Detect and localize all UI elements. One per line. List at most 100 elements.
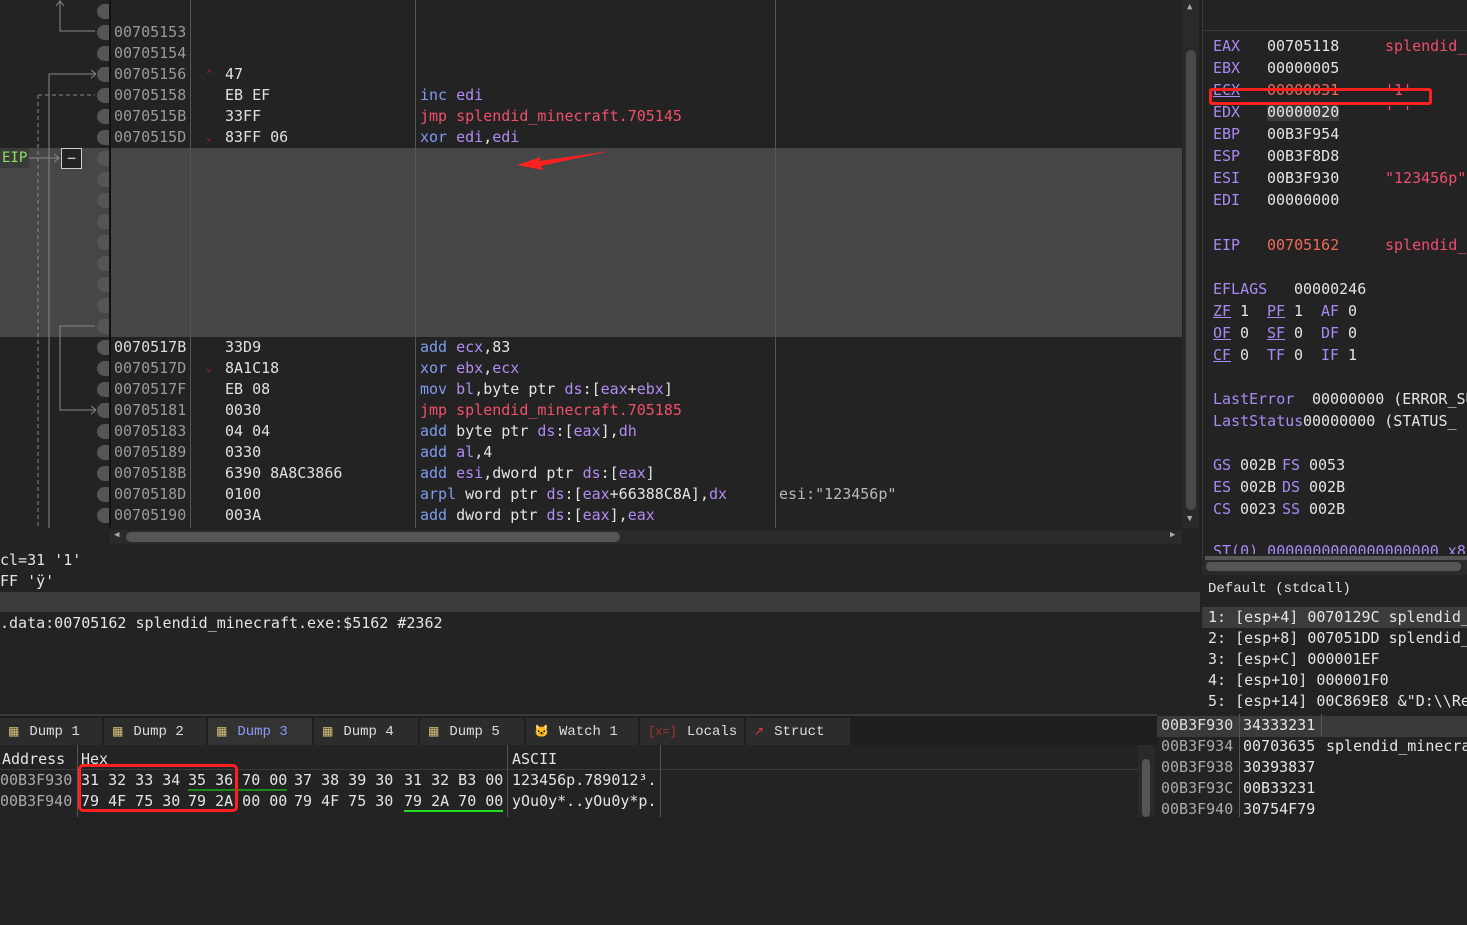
segment-value[interactable]: 002B	[1309, 478, 1345, 496]
argument-item[interactable]: 5: [esp+14] 00C869E8 &"D:\\Re	[1202, 691, 1467, 712]
disasm-row[interactable]: 0070516C 8AD9 mov bl,cl	[0, 211, 1182, 314]
disasm-row[interactable]: 0070516E 8BCF mov ecx,edi	[0, 232, 1182, 335]
stack-row[interactable]: 00B3F930 34333231	[1157, 716, 1467, 737]
disasm-row[interactable]: 00705154 ⌃ EB EF jmp splendid_minecraft.…	[0, 22, 1182, 125]
dump-hex-group[interactable]: 79 4F 75 30	[294, 792, 393, 810]
register-value-eip[interactable]: 00705162	[1267, 236, 1339, 254]
tab-label: Dump 5	[449, 724, 500, 740]
tab-dump-1[interactable]: ▦ Dump 1	[0, 718, 102, 747]
register-comment: splendid_m	[1385, 37, 1467, 55]
segment-value[interactable]: 002B	[1240, 456, 1276, 474]
argument-item[interactable]: 4: [esp+10] 000001F0	[1202, 670, 1467, 691]
disasm-horizontal-scrollbar[interactable]: ◀ ▶	[110, 530, 1182, 544]
disasm-row[interactable]: 00705156 33FF xor edi,edi	[0, 43, 1182, 146]
disasm-row[interactable]: 00705176 33D9 xor ebx,ecx	[0, 274, 1182, 377]
dump-hex-group[interactable]: 79 2A 70 00	[404, 792, 504, 812]
disasm-row[interactable]: 00705170 81C1 83000000 add ecx,83	[0, 253, 1182, 356]
disasm-row[interactable]: 0070517B ⌄ EB 08 jmp splendid_minecraft.…	[0, 316, 1182, 419]
dump-hex-group[interactable]: 37 38 39 30	[294, 771, 393, 789]
register-value-ebp[interactable]: 00B3F954	[1267, 125, 1339, 143]
dump-ascii[interactable]: 123456p.789012³.	[512, 771, 657, 789]
flag-value-tf[interactable]: 0	[1294, 346, 1303, 364]
dump-view[interactable]: Address Hex ASCII 00B3F930 31 32 33 34 35 …	[0, 745, 1157, 817]
argument-item[interactable]: 3: [esp+C] 000001EF	[1202, 649, 1467, 670]
flag-value-pf[interactable]: 1	[1294, 302, 1303, 320]
disasm-row[interactable]: 0070517D 0030 add byte ptr ds:[eax],dh	[0, 337, 1182, 440]
ecx-highlight-box	[1209, 88, 1432, 105]
disasm-row[interactable]: 0070516A 33DB xor ebx,ebx	[0, 190, 1182, 293]
tab-dump-2[interactable]: ▦ Dump 2	[104, 718, 206, 747]
segment-value[interactable]: 0023	[1240, 500, 1276, 518]
tab-label: Struct	[774, 724, 825, 740]
flag-value-cf[interactable]: 0	[1240, 346, 1249, 364]
disasm-row[interactable]: 0070517F 04 04 add al,4	[0, 358, 1182, 461]
stack-row[interactable]: 00B3F940 30754F79	[1157, 800, 1467, 821]
info-line: cl=31 '1'	[0, 551, 82, 569]
flag-value-af[interactable]: 0	[1348, 302, 1357, 320]
register-name: EAX	[1213, 37, 1241, 55]
register-value-edi[interactable]: 00000000	[1267, 191, 1339, 209]
disasm-row[interactable]: 0070515D 33C9 xor ecx,ecx	[0, 106, 1182, 209]
eflags-value[interactable]: 00000246	[1294, 280, 1366, 298]
tab-dump-5[interactable]: ▦ Dump 5	[420, 718, 524, 747]
flag-name: ZF	[1213, 302, 1232, 320]
dump-icon: ▦	[428, 725, 440, 739]
info-line: FF 'ÿ'	[0, 572, 55, 590]
row-bytes: D975 14	[225, 526, 288, 528]
disasm-row[interactable]: 00705191 05 00010000 add eax,100	[0, 505, 1182, 528]
register-value-ebx[interactable]: 00000005	[1267, 59, 1339, 77]
column-header-address: Address	[2, 750, 66, 768]
stack-view[interactable]: 00B3F930 34333231 00B3F934 00703635 splendid…	[1157, 714, 1467, 818]
disassembly-view[interactable]: EIP − 00705153 47 inc edi 00705154 ⌃ EB …	[0, 0, 1182, 528]
dump-hex-group[interactable]: 31 32 B3 00	[404, 771, 503, 789]
segment-value[interactable]: 002B	[1309, 500, 1345, 518]
disasm-row[interactable]: 00705158 83FF 06 cmp edi,6	[0, 64, 1182, 167]
disasm-row[interactable]: 00705183 6390 8A8C3866 arpl word ptr ds:…	[0, 400, 1182, 503]
flag-value-zf[interactable]: 1	[1240, 302, 1249, 320]
stack-row[interactable]: 00B3F934 00703635 splendid_minecra	[1157, 737, 1467, 758]
flag-value-sf[interactable]: 0	[1294, 324, 1303, 342]
segment-value[interactable]: 0053	[1309, 456, 1345, 474]
segment-value[interactable]: 002B	[1240, 478, 1276, 496]
argument-item[interactable]: 2: [esp+8] 007051DD splendid_	[1202, 628, 1467, 649]
register-name: EBX	[1213, 59, 1241, 77]
flag-value-if[interactable]: 1	[1348, 346, 1357, 364]
tab-locals[interactable]: [x=] Locals	[640, 718, 744, 747]
disasm-row[interactable]: 00705153 47 inc edi	[0, 1, 1182, 104]
tab-watch-1[interactable]: 🐱 Watch 1	[526, 718, 638, 747]
disasm-row[interactable]: 00705189 0100 add dword ptr ds:[eax],eax	[0, 421, 1182, 524]
dump-scrollbar[interactable]	[1138, 745, 1154, 817]
disasm-row[interactable]: 0070518D D975 14 fnstenv m28 ptr ss:[ebp…	[0, 463, 1182, 528]
stack-row[interactable]: 00B3F938 30393837	[1157, 758, 1467, 779]
tab-dump-3[interactable]: ▦ Dump 3	[208, 718, 312, 747]
disasm-row[interactable]: 00705178 8A1C18 mov bl,byte ptr ds:[eax+…	[0, 295, 1182, 398]
register-value-esp[interactable]: 00B3F8D8	[1267, 147, 1339, 165]
disasm-vertical-scrollbar[interactable]: ▲ ▼	[1183, 0, 1199, 528]
disasm-row[interactable]: 0070515B ⌄ 7D 3B jge splendid_minecraft.…	[0, 85, 1182, 188]
disasm-row[interactable]: 0070518B 003A add byte ptr ds:[edx],bh	[0, 442, 1182, 528]
tab-struct[interactable]: ↗ Struct	[746, 718, 850, 747]
disasm-row[interactable]: 00705181 0330 add esi,dword ptr ds:[eax]…	[0, 379, 1182, 503]
dump-address: 00B3F940	[0, 792, 73, 810]
stack-value: 00B33231	[1243, 779, 1316, 797]
dump-ascii[interactable]: yOu0y*..yOu0y*p.	[512, 792, 657, 810]
collapse-button[interactable]: −	[61, 148, 82, 169]
register-value-esi[interactable]: 00B3F930	[1267, 169, 1339, 187]
stack-address: 00B3F934	[1161, 737, 1234, 755]
calling-convention[interactable]: Default (stdcall)	[1208, 581, 1351, 597]
flag-name: TF	[1267, 346, 1286, 364]
register-name: EDX	[1213, 103, 1241, 121]
argument-item[interactable]: 1: [esp+4] 0070129C splendid_	[1202, 607, 1467, 628]
flag-value-of[interactable]: 0	[1240, 324, 1249, 342]
segment-name: FS	[1282, 456, 1301, 474]
flag-value-df[interactable]: 0	[1348, 324, 1357, 342]
disasm-row[interactable]: 00705190 47 inc edi	[0, 484, 1182, 524]
tab-dump-4[interactable]: ▦ Dump 4	[314, 718, 418, 747]
register-value-edx[interactable]: 00000020	[1267, 103, 1340, 121]
stack-row[interactable]: 00B3F93C 00B33231	[1157, 779, 1467, 800]
flag-name: PF	[1267, 302, 1286, 320]
row-address: 00705191	[110, 526, 190, 528]
dump-address: 00B3F930	[0, 771, 73, 789]
register-value-eax[interactable]: 00705118	[1267, 37, 1339, 55]
tab-label: Dump 1	[29, 724, 80, 740]
